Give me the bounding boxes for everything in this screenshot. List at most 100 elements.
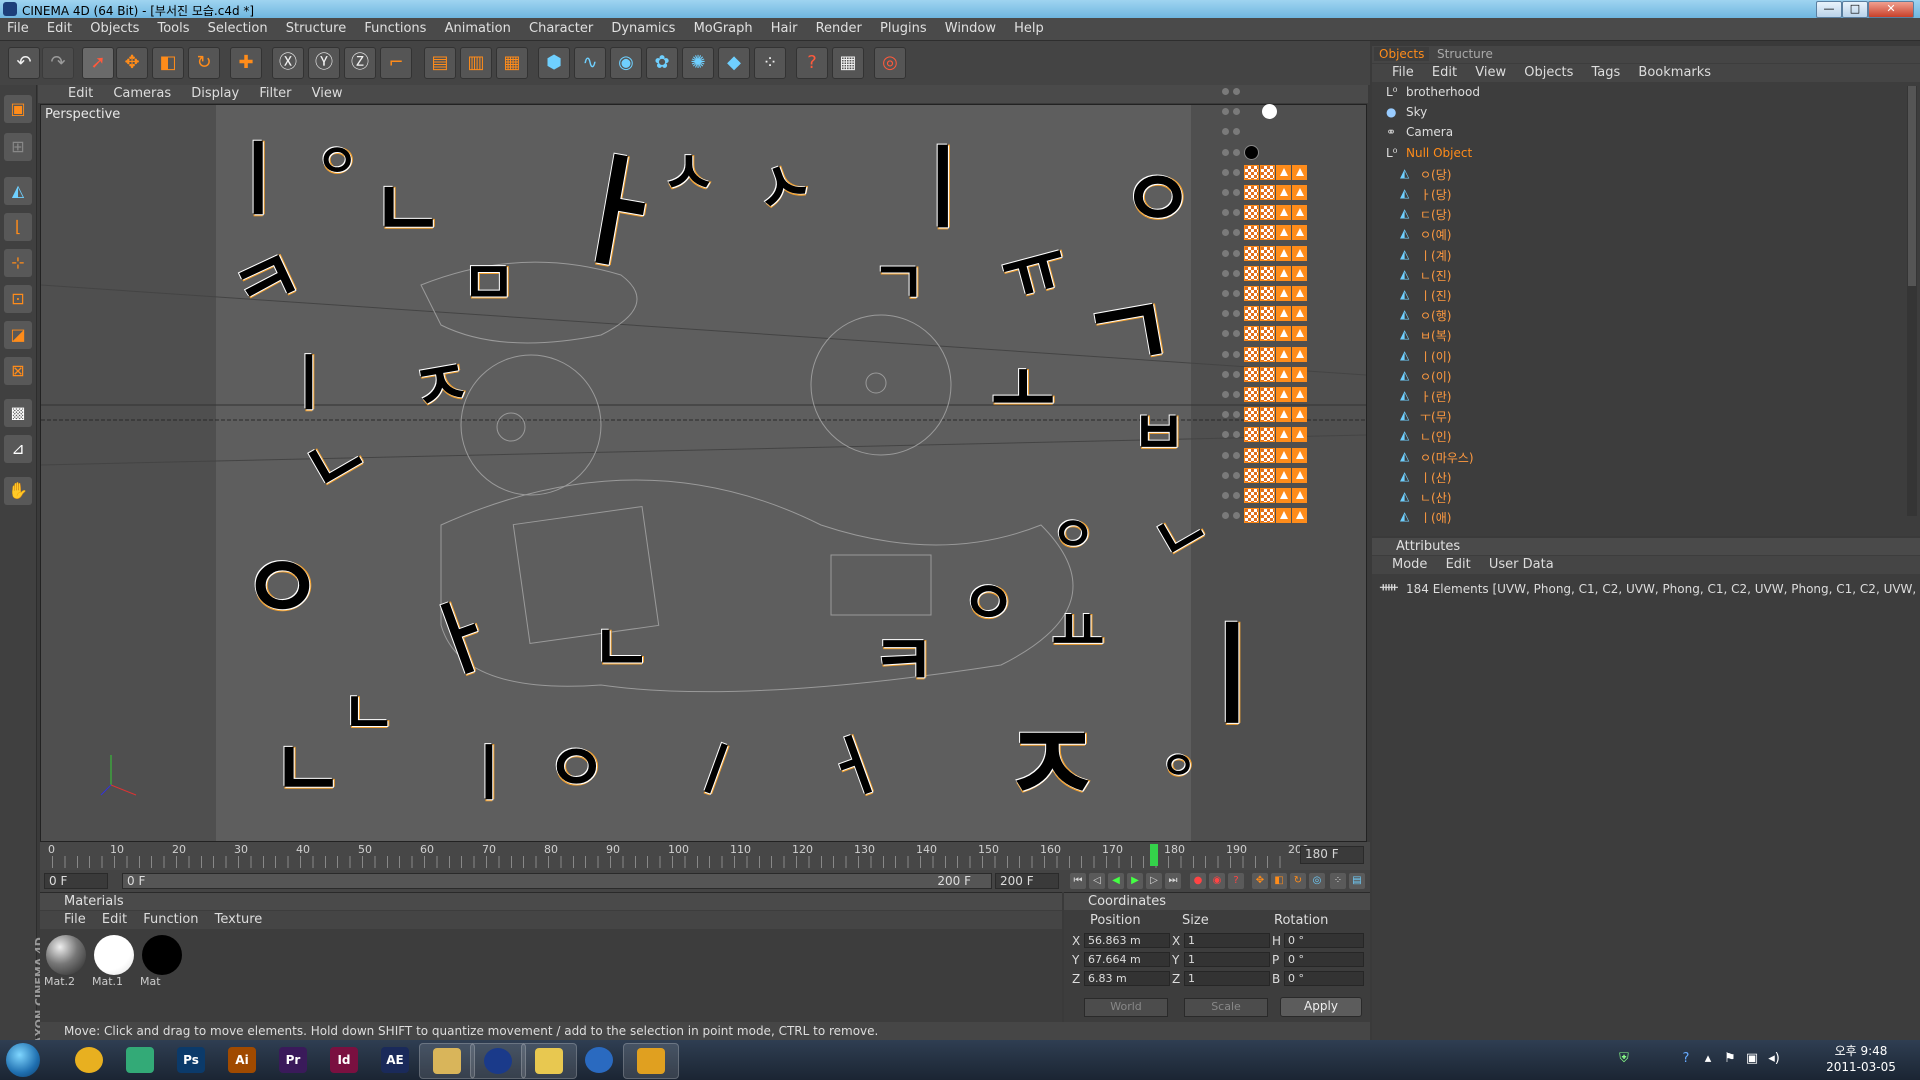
coordinate-mode-dropdown[interactable]: World [1084,998,1168,1017]
texture-tag-icon[interactable] [1244,508,1259,524]
phong-tag-icon[interactable] [1276,467,1291,483]
object-row[interactable]: ◭ ㅏ(당) [1222,183,1920,203]
editor-visibility-dot[interactable] [1222,269,1229,277]
texture-tag-icon[interactable] [1244,407,1259,423]
viewport-menu-display[interactable]: Display [183,85,247,102]
perspective-viewport[interactable]: ㅣ ㅇ ㄴ ㅏ ㅅ ㅅ ㅣ ㅇ ㅋ ㅁ ㄱ ㅠ ㄱ ㅣ ㅈ ㅗ ㅂ ㄴ ㅇ ㅇ … [40,104,1367,842]
viewport-menu-view[interactable]: View [304,85,351,102]
texture-tag-icon[interactable] [1244,447,1259,463]
texture-tag-icon[interactable] [1244,245,1259,261]
texture-tag-icon[interactable] [1260,467,1275,483]
texture-tag-icon[interactable] [1260,427,1275,443]
add-tool-icon[interactable]: ✚ [230,47,262,79]
phong-tag-icon[interactable] [1292,245,1307,261]
taskbar-app-messenger[interactable] [623,1043,679,1079]
phong-tag-icon[interactable] [1292,366,1307,382]
workplane-icon[interactable]: ◪ [4,321,32,349]
phong-tag-icon[interactable] [1292,508,1307,524]
objects-menu-edit[interactable]: Edit [1425,64,1464,81]
menu-render[interactable]: Render [809,18,869,36]
texture-tag-icon[interactable] [1244,488,1259,503]
autokey-icon[interactable]: ◉ [1209,873,1225,889]
object-row[interactable]: ◭ ㅜ(무) [1222,405,1920,425]
phong-tag-icon[interactable] [1276,488,1291,503]
editor-visibility-dot[interactable] [1222,370,1229,378]
render-visibility-dot[interactable] [1233,148,1240,156]
objects-menu-tags[interactable]: Tags [1585,64,1628,81]
redo-icon[interactable]: ↷ [42,47,74,79]
phong-tag-icon[interactable] [1292,387,1307,402]
texture-tag-icon[interactable] [1260,185,1275,200]
undo-icon[interactable]: ↶ [8,47,40,79]
attributes-menu-mode[interactable]: Mode [1372,556,1434,573]
editor-visibility-dot[interactable] [1222,290,1229,297]
phong-tag-icon[interactable] [1276,326,1291,342]
rotation-key-icon[interactable]: ↻ [1290,873,1306,889]
sculpt-icon[interactable]: ✋ [4,477,32,505]
use-model-mode-icon[interactable]: ▣ [4,95,32,123]
menu-selection[interactable]: Selection [201,18,275,36]
use-texture-mode-icon[interactable]: ⊞ [4,133,32,161]
object-row[interactable]: ◭ ㄴ(진) [1222,264,1920,284]
phong-tag-icon[interactable] [1292,205,1307,221]
apply-button[interactable]: Apply [1280,997,1362,1017]
editor-visibility-dot[interactable] [1222,148,1229,156]
menu-edit[interactable]: Edit [40,18,79,36]
render-visibility-dot[interactable] [1233,391,1240,398]
texture-tag-icon[interactable] [1260,447,1275,463]
texture-tag-icon[interactable] [1244,326,1259,342]
minimize-button[interactable]: — [1816,1,1842,18]
texture-tag-icon[interactable] [1260,346,1275,362]
attributes-menu-edit[interactable]: Edit [1439,556,1478,573]
previous-key-icon[interactable]: ◁ [1089,873,1105,889]
render-visibility-dot[interactable] [1233,471,1240,479]
render-visibility-dot[interactable] [1233,492,1240,499]
objects-menu-file[interactable]: File [1372,64,1421,81]
texture-tag-icon[interactable] [1260,488,1275,503]
phong-tag-icon[interactable] [1292,306,1307,322]
object-row[interactable]: ◭ ㅇ(마우스) [1222,446,1920,466]
material-swatch[interactable]: Mat [140,935,184,993]
object-row[interactable]: ◭ ㅇ(행) [1222,304,1920,324]
end-frame-field[interactable]: 200 F [995,873,1059,889]
object-row[interactable]: L⁰ brotherhood [1222,82,1920,102]
render-visibility-dot[interactable] [1233,451,1240,459]
position-key-icon[interactable]: ✥ [1252,873,1268,889]
viewport-menu-edit[interactable]: Edit [38,85,101,102]
rot-h-field[interactable]: 0 ° [1284,933,1364,948]
pos-y-field[interactable]: 67.664 m [1084,952,1170,967]
texture-tag-icon[interactable] [1244,205,1259,221]
editor-visibility-dot[interactable] [1222,249,1229,257]
texture-tag-icon[interactable] [1244,387,1259,402]
phong-tag-icon[interactable] [1292,185,1307,200]
taskbar-app-paint[interactable] [113,1043,167,1077]
object-list-scrollbar[interactable] [1907,86,1917,516]
current-frame-field[interactable]: 180 F [1300,846,1364,864]
security-tray-icon[interactable]: ⛨ [1616,1051,1632,1067]
render-visibility-dot[interactable] [1233,189,1240,196]
rot-p-field[interactable]: 0 ° [1284,952,1364,967]
object-row[interactable]: ⚭ Camera [1222,122,1920,142]
phong-tag-icon[interactable] [1276,346,1291,362]
deformer-icon[interactable]: ✺ [682,47,714,79]
object-row[interactable]: ◭ ㄷ(당) [1222,203,1920,223]
help-tray-icon[interactable]: ? [1678,1051,1694,1067]
system-clock[interactable]: 오후 9:48 2011-03-05 [1815,1043,1907,1075]
phong-tag-icon[interactable] [1276,366,1291,382]
editor-visibility-dot[interactable] [1222,189,1229,196]
array-icon[interactable]: ✿ [646,47,678,79]
size-mode-dropdown[interactable]: Scale [1184,998,1268,1017]
play-forward-icon[interactable]: ▶ [1127,873,1143,889]
checker-icon[interactable]: ▩ [4,399,32,427]
coordinate-system-icon[interactable]: ⌐ [380,47,412,79]
texture-tag-icon[interactable] [1260,205,1275,221]
editor-visibility-dot[interactable] [1222,88,1229,95]
object-row[interactable]: ◭ ㅏ(란) [1222,385,1920,405]
texture-tag-icon[interactable] [1260,245,1275,261]
texture-tag-icon[interactable] [1260,306,1275,322]
object-row[interactable]: ◭ ㅇ(이) [1222,365,1920,385]
rotate-tool-icon[interactable]: ↻ [188,47,220,79]
phong-tag-icon[interactable] [1276,306,1291,322]
editor-visibility-dot[interactable] [1222,471,1229,479]
texture-tag-icon[interactable] [1244,225,1259,241]
